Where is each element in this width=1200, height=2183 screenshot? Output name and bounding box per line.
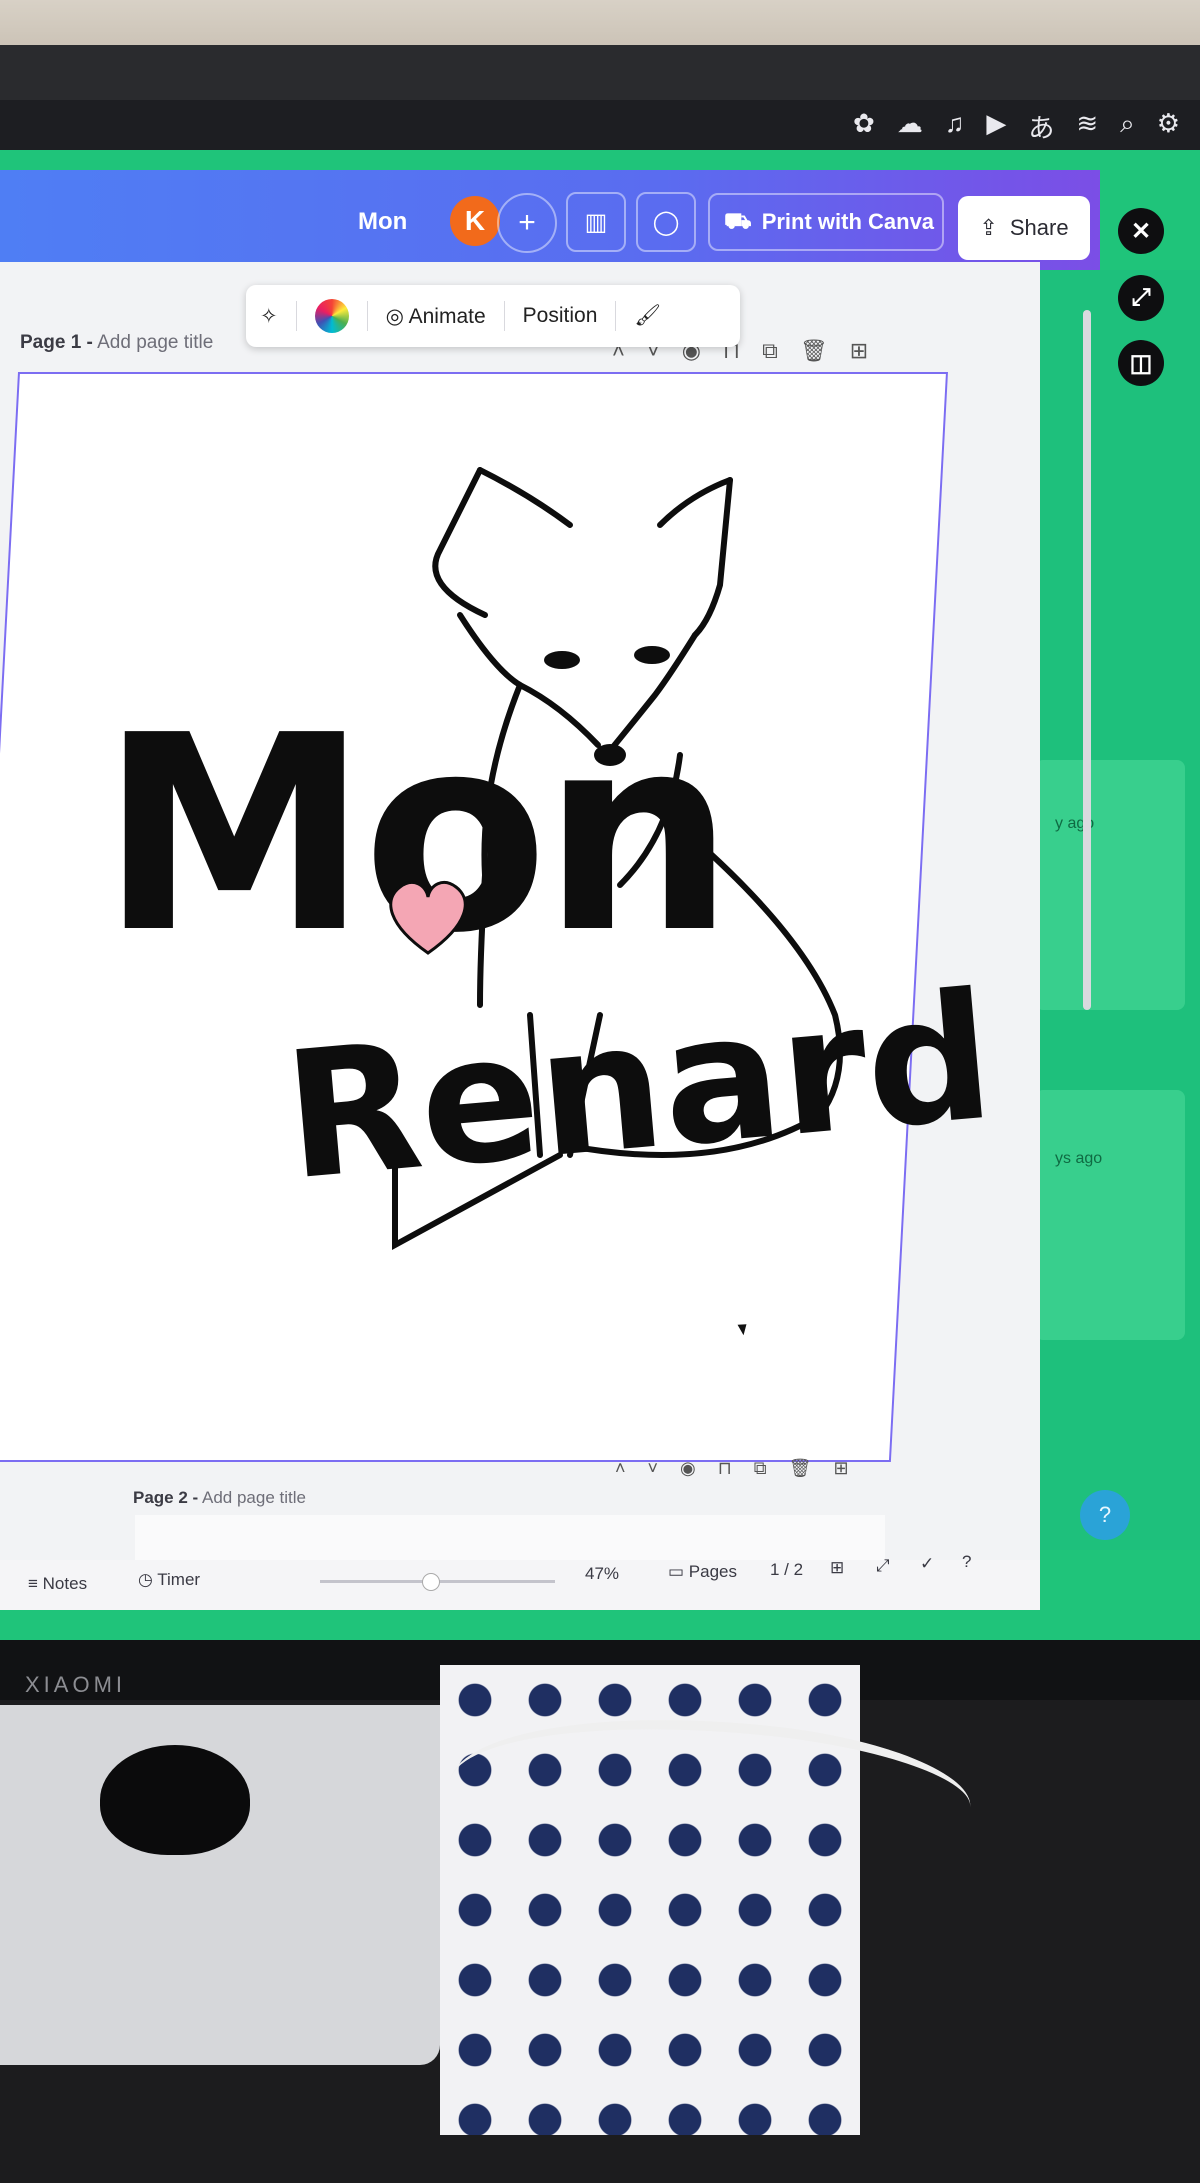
- apple-logo: [100, 1745, 250, 1855]
- expand-icon: ⤢: [1131, 284, 1151, 311]
- page1-title-placeholder: Add page title: [97, 332, 214, 353]
- trash-icon[interactable]: 🗑: [800, 338, 828, 364]
- chevron-up-icon[interactable]: ˄: [615, 1458, 626, 1479]
- menubar-status-icons: ✿ ☁ ♫ ▶ あ ≋ ⌕ ⚙: [853, 108, 1180, 145]
- app-status-icon[interactable]: ✿: [853, 108, 875, 145]
- control-center-icon[interactable]: ⚙: [1157, 108, 1180, 145]
- duplicate-icon[interactable]: ⧉: [762, 338, 778, 364]
- notes-button[interactable]: ≡ Notes: [28, 1574, 87, 1594]
- print-with-canva-button[interactable]: ⛟ Print with Canva: [708, 193, 944, 251]
- sparkle-comment-icon[interactable]: ✧: [260, 304, 278, 329]
- insights-button[interactable]: ▥: [566, 192, 626, 252]
- timer-label: Timer: [157, 1570, 201, 1589]
- headphones-icon[interactable]: ♫: [945, 108, 965, 145]
- duplicate-icon[interactable]: ⧉: [754, 1458, 767, 1479]
- zoom-level[interactable]: 47%: [585, 1564, 619, 1584]
- zoom-slider-handle[interactable]: [422, 1573, 441, 1591]
- context-toolbar: ✧ ◎ Animate Position 🖌: [246, 285, 740, 347]
- page1-title[interactable]: Page 1 - Add page title: [20, 332, 213, 354]
- notes-label: Notes: [42, 1574, 88, 1593]
- workspace-scrollbar[interactable]: [1083, 310, 1091, 1010]
- pages-button[interactable]: ▭ Pages: [668, 1562, 737, 1582]
- panel-card[interactable]: ys ago: [1035, 1090, 1185, 1340]
- expand-button[interactable]: ⤢: [1118, 275, 1164, 321]
- page2-title[interactable]: Page 2 - Add page title: [133, 1488, 306, 1508]
- page2-prefix: Page 2 -: [133, 1488, 199, 1507]
- input-source-icon[interactable]: あ: [1028, 108, 1054, 145]
- share-icon: ⇪: [979, 215, 998, 240]
- chevron-down-icon[interactable]: ˅: [648, 1458, 659, 1479]
- fullscreen-icon[interactable]: ⤢: [876, 1556, 890, 1576]
- toolbar-divider: [503, 301, 505, 331]
- page-counter: 1 / 2: [770, 1560, 804, 1579]
- wifi-icon[interactable]: ≋: [1076, 108, 1098, 145]
- monitor-brand-logo: XIAOMI: [25, 1672, 127, 1697]
- timer-button[interactable]: ◷ Timer: [138, 1570, 200, 1590]
- print-label: Print with Canva: [761, 209, 935, 234]
- truck-icon: ⛟: [724, 207, 752, 233]
- notes-icon: ≡: [28, 1574, 38, 1593]
- help-button[interactable]: ?: [1080, 1490, 1130, 1540]
- page1-prefix: Page 1 -: [20, 332, 93, 353]
- close-icon: ✕: [1130, 217, 1152, 245]
- toolbar-divider: [366, 301, 368, 331]
- page2-tools: ˄ ˅ ◉ ⊓ ⧉ 🗑 ⊞: [615, 1458, 849, 1479]
- check-icon[interactable]: ✓: [920, 1554, 934, 1574]
- share-button[interactable]: ⇪ Share: [958, 196, 1090, 260]
- panel-toggle-button[interactable]: ◫: [1118, 340, 1164, 386]
- help-icon[interactable]: ?: [962, 1552, 971, 1572]
- timer-icon: ◷: [138, 1570, 153, 1589]
- hide-icon[interactable]: ◉: [680, 1458, 696, 1479]
- color-wheel-icon[interactable]: [314, 299, 349, 333]
- cloud-icon[interactable]: ☁: [897, 108, 923, 145]
- page2-canvas[interactable]: [135, 1515, 885, 1560]
- animate-button[interactable]: ◎ Animate: [386, 304, 486, 329]
- close-button[interactable]: ✕: [1118, 208, 1164, 254]
- chart-icon: ▥: [584, 208, 608, 236]
- animate-icon: ◎: [385, 304, 404, 328]
- panel-icon: ◫: [1129, 349, 1153, 377]
- search-icon[interactable]: ⌕: [1120, 108, 1135, 145]
- pages-icon: ▭: [668, 1562, 685, 1581]
- panel-card[interactable]: y ago: [1035, 760, 1185, 1010]
- panel-timestamp: ys ago: [1055, 1150, 1103, 1167]
- invite-button[interactable]: +: [497, 193, 557, 253]
- animate-label: Animate: [408, 304, 486, 328]
- toolbar-divider: [615, 301, 617, 331]
- lock-icon[interactable]: ⊓: [718, 1458, 732, 1479]
- add-page-icon[interactable]: ⊞: [834, 1458, 849, 1479]
- document-title[interactable]: Mon: [358, 208, 407, 236]
- play-icon[interactable]: ▶: [986, 108, 1006, 145]
- comment-icon: ◯: [652, 208, 680, 236]
- grid-icon[interactable]: ⊞: [830, 1558, 844, 1578]
- paint-roller-icon[interactable]: 🖌: [634, 304, 661, 328]
- editor-bottombar: ≡ Notes ◷ Timer 47% ▭ Pages 1 / 2 ⊞ ⤢ ✓ …: [0, 1552, 1040, 1610]
- toolbar-divider: [295, 301, 297, 331]
- heart-shape[interactable]: [378, 865, 478, 965]
- position-button[interactable]: Position: [523, 304, 598, 328]
- pages-label: Pages: [688, 1562, 737, 1581]
- comments-button[interactable]: ◯: [636, 192, 696, 252]
- add-page-icon[interactable]: ⊞: [850, 338, 868, 364]
- share-label: Share: [1009, 215, 1069, 240]
- page2-title-placeholder: Add page title: [202, 1488, 306, 1507]
- trash-icon[interactable]: 🗑: [789, 1458, 812, 1479]
- collaborator-avatar[interactable]: K: [450, 196, 500, 246]
